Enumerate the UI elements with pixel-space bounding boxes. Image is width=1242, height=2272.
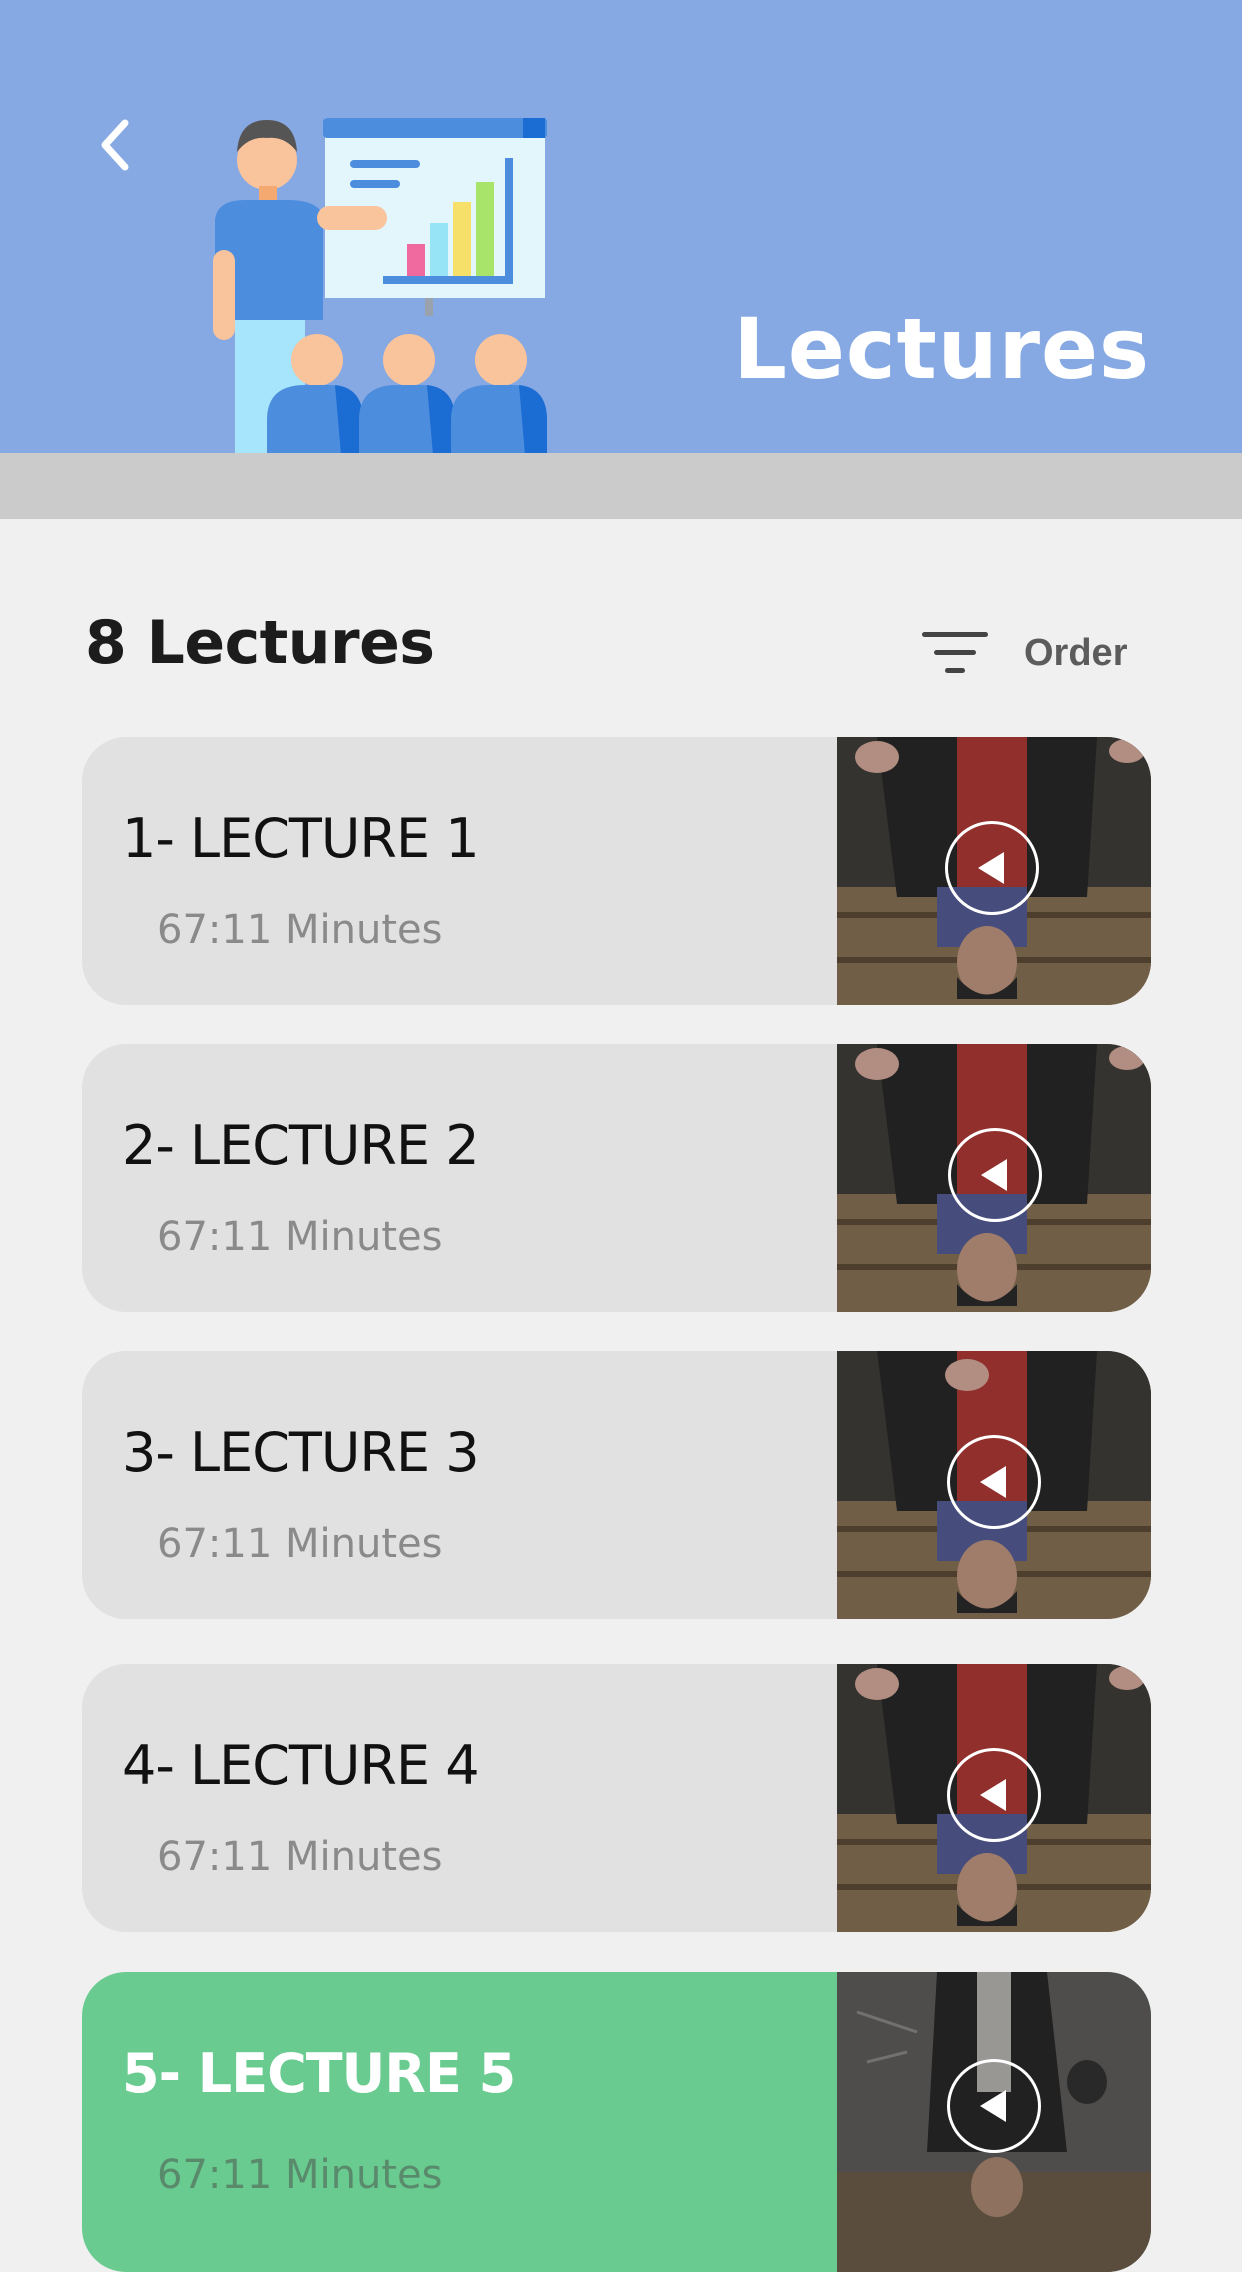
- lecture-card-2[interactable]: 2- LECTURE 2 67:11 Minutes: [82, 1044, 1151, 1312]
- play-icon: [980, 1466, 1006, 1498]
- lecture-card-4[interactable]: 4- LECTURE 4 67:11 Minutes: [82, 1664, 1151, 1932]
- lecture-card-3[interactable]: 3- LECTURE 3 67:11 Minutes: [82, 1351, 1151, 1619]
- play-button[interactable]: [945, 821, 1039, 915]
- play-icon: [980, 2090, 1006, 2122]
- lecture-title: 1- LECTURE 1: [122, 807, 480, 870]
- lecture-illustration-icon: [213, 118, 547, 455]
- lecture-count-title: 8 Lectures: [85, 608, 435, 678]
- play-button[interactable]: [947, 1435, 1041, 1529]
- play-icon: [980, 1779, 1006, 1811]
- lecture-card-5[interactable]: 5- LECTURE 5 67:11 Minutes: [82, 1972, 1151, 2272]
- play-icon: [978, 852, 1004, 884]
- lecture-thumbnail[interactable]: [837, 737, 1151, 1005]
- filter-icon: [922, 632, 988, 673]
- play-button[interactable]: [948, 1128, 1042, 1222]
- lecture-title: 5- LECTURE 5: [122, 2042, 516, 2105]
- lecture-thumbnail[interactable]: [837, 1972, 1151, 2272]
- lecture-title: 2- LECTURE 2: [122, 1114, 480, 1177]
- order-label: Order: [1024, 631, 1128, 674]
- lecture-thumbnail[interactable]: [837, 1351, 1151, 1619]
- lecture-title: 4- LECTURE 4: [122, 1734, 480, 1797]
- lecture-duration: 67:11 Minutes: [157, 907, 443, 953]
- lecture-duration: 67:11 Minutes: [157, 1834, 443, 1880]
- lecture-thumbnail[interactable]: [837, 1044, 1151, 1312]
- chevron-left-icon: [101, 119, 129, 171]
- play-button[interactable]: [947, 2059, 1041, 2153]
- header-banner: Lectures: [0, 0, 1242, 455]
- lecture-duration: 67:11 Minutes: [157, 1214, 443, 1260]
- back-button[interactable]: [80, 105, 150, 185]
- lecture-thumbnail[interactable]: [837, 1664, 1151, 1932]
- lecture-duration: 67:11 Minutes: [157, 2152, 443, 2198]
- play-icon: [981, 1159, 1007, 1191]
- page-title: Lectures: [733, 300, 1150, 398]
- lecture-card-1[interactable]: 1- LECTURE 1 67:11 Minutes: [82, 737, 1151, 1005]
- header-divider: [0, 453, 1242, 519]
- lecture-title: 3- LECTURE 3: [122, 1421, 480, 1484]
- lecture-duration: 67:11 Minutes: [157, 1521, 443, 1567]
- order-button[interactable]: Order: [920, 620, 1140, 686]
- play-button[interactable]: [947, 1748, 1041, 1842]
